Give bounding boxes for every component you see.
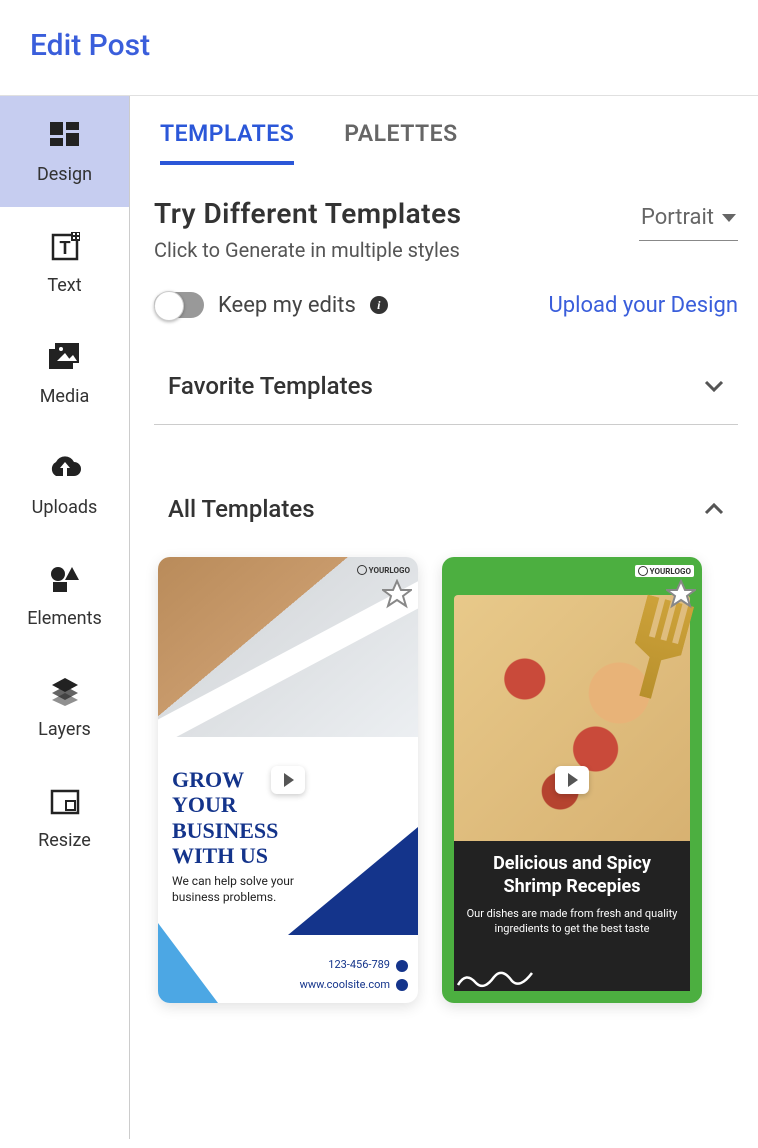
sidebar-item-label: Uploads (32, 497, 98, 518)
main-layout: Design T Text (0, 96, 758, 1139)
layers-icon (47, 673, 83, 709)
sidebar-item-label: Text (47, 275, 81, 296)
favorite-templates-section[interactable]: Favorite Templates (154, 342, 738, 425)
favorite-star-icon[interactable] (382, 579, 412, 613)
template-logo: YOURLOGO (357, 565, 410, 575)
sidebar-item-label: Design (37, 164, 92, 185)
template-logo: YOURLOGO (635, 565, 694, 577)
heading-text: Try Different Templates Click to Generat… (154, 197, 462, 262)
chevron-down-icon (704, 380, 724, 392)
keep-edits-toggle[interactable] (154, 292, 204, 318)
content-panel: TEMPLATES PALETTES Try Different Templat… (130, 96, 758, 1139)
section-heading: Try Different Templates Click to Generat… (154, 197, 738, 262)
sidebar-item-label: Media (40, 386, 90, 407)
tab-templates[interactable]: TEMPLATES (160, 120, 294, 165)
play-icon (271, 766, 305, 794)
template-card[interactable]: YOURLOGO Delicious and Spicy Shrimp Rece… (442, 557, 702, 1003)
options-row: Keep my edits i Upload your Design (154, 292, 738, 318)
template-image (454, 595, 690, 875)
sidebar-item-design[interactable]: Design (0, 96, 129, 207)
resize-icon (47, 784, 83, 820)
sidebar-item-layers[interactable]: Layers (0, 651, 129, 762)
sidebar-item-text[interactable]: T Text (0, 207, 129, 318)
tab-palettes[interactable]: PALETTES (344, 120, 457, 165)
orientation-value: Portrait (641, 205, 714, 230)
left-sidebar: Design T Text (0, 96, 130, 1139)
play-icon (555, 766, 589, 794)
elements-icon (47, 562, 83, 598)
sidebar-item-elements[interactable]: Elements (0, 540, 129, 651)
templates-grid: YOURLOGO GROWYOURBUSINESSWITH US We can … (154, 557, 738, 1003)
text-icon: T (47, 229, 83, 265)
dropdown-icon (722, 214, 736, 222)
keep-edits-group: Keep my edits i (154, 292, 388, 318)
chevron-up-icon (704, 503, 724, 515)
all-templates-section[interactable]: All Templates (154, 465, 738, 533)
sidebar-item-resize[interactable]: Resize (0, 762, 129, 873)
sidebar-item-label: Layers (38, 719, 91, 740)
media-icon (47, 340, 83, 376)
keep-edits-label: Keep my edits (218, 293, 356, 318)
template-card[interactable]: YOURLOGO GROWYOURBUSINESSWITH US We can … (158, 557, 418, 1003)
signature-swoosh (456, 965, 536, 991)
uploads-icon (47, 451, 83, 487)
favorite-templates-header: Favorite Templates (168, 372, 373, 400)
heading-subtitle: Click to Generate in multiple styles (154, 238, 462, 262)
all-templates-header: All Templates (168, 495, 315, 523)
sidebar-item-label: Resize (38, 830, 91, 851)
sidebar-item-uploads[interactable]: Uploads (0, 429, 129, 540)
favorite-star-icon[interactable] (666, 579, 696, 613)
orientation-dropdown[interactable]: Portrait (639, 199, 738, 241)
design-icon (47, 118, 83, 154)
template-contact: 123-456-789 www.coolsite.com (300, 955, 408, 995)
info-icon[interactable]: i (370, 296, 388, 314)
upload-design-link[interactable]: Upload your Design (549, 293, 739, 318)
sidebar-item-media[interactable]: Media (0, 318, 129, 429)
svg-text:T: T (59, 238, 70, 258)
tab-bar: TEMPLATES PALETTES (154, 120, 738, 165)
heading-title: Try Different Templates (154, 197, 462, 230)
page-title: Edit Post (30, 28, 728, 63)
sidebar-item-label: Elements (27, 608, 102, 629)
app-header: Edit Post (0, 0, 758, 96)
